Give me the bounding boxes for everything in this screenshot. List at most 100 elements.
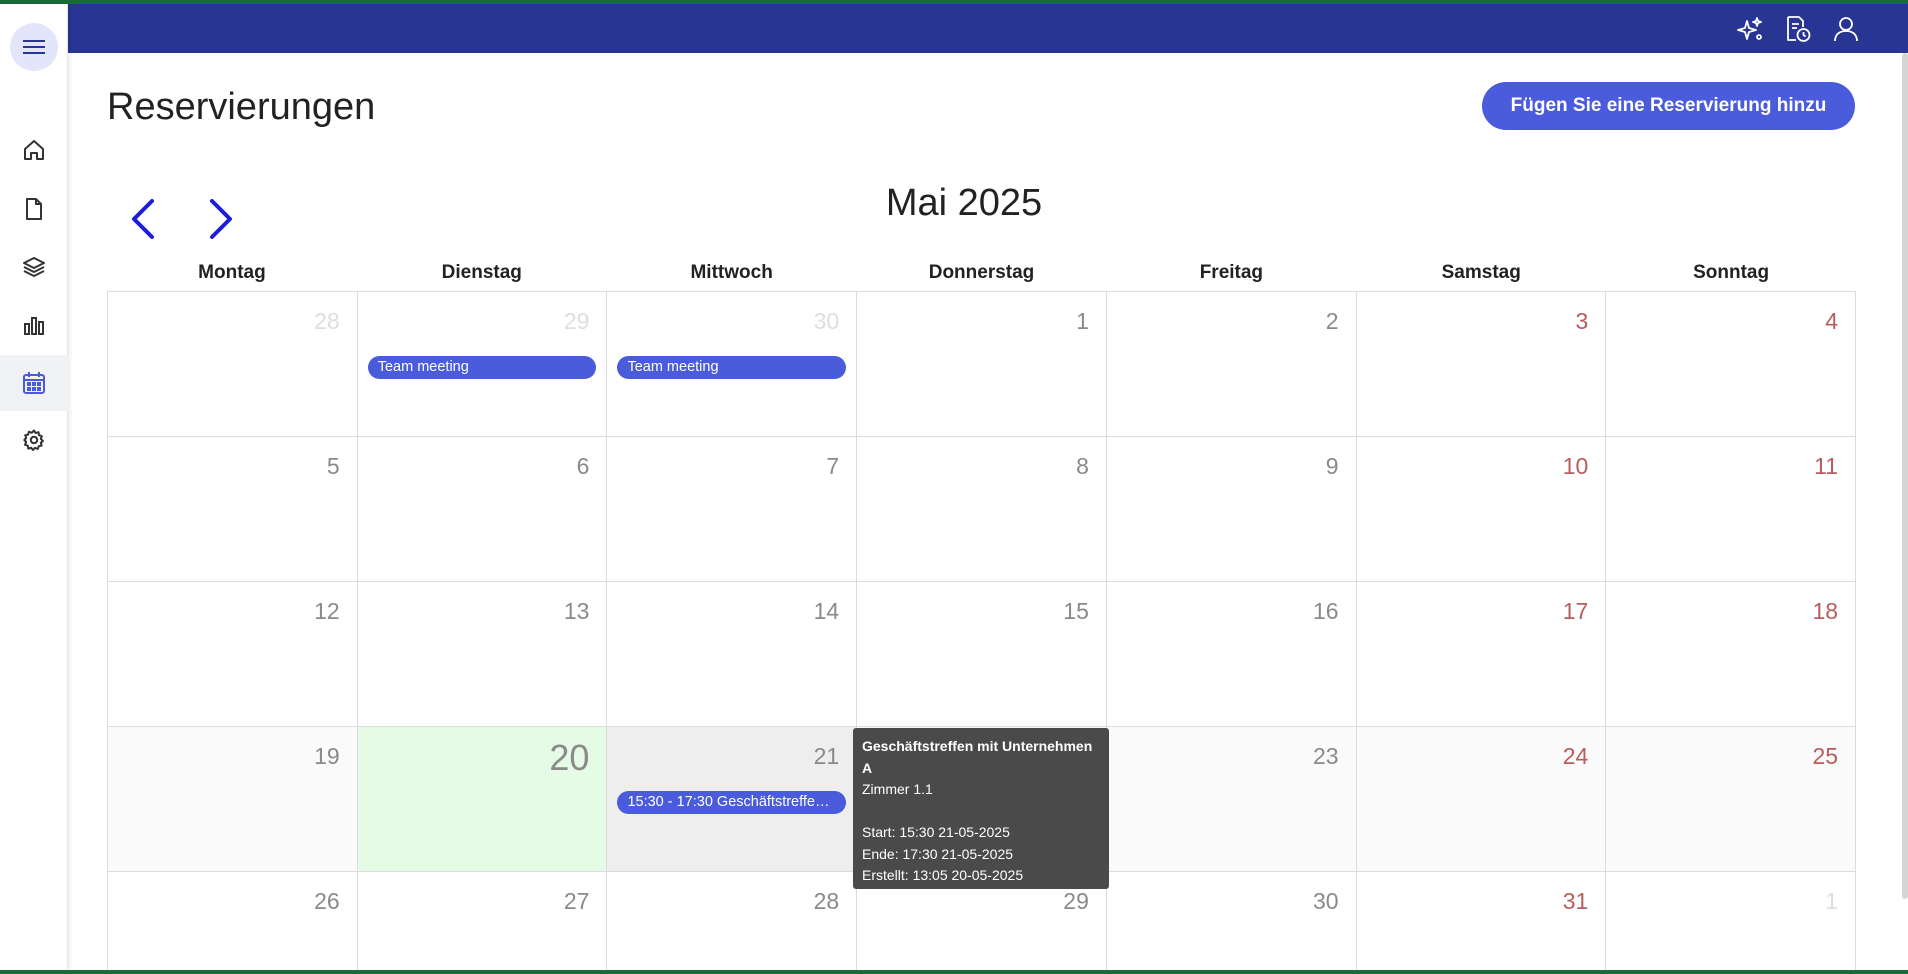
calendar-event[interactable]: Team meeting — [617, 356, 847, 379]
day-number: 5 — [326, 453, 340, 479]
bar-chart-icon — [24, 317, 44, 335]
calendar-day[interactable]: 16 — [1106, 582, 1357, 727]
day-number: 27 — [563, 888, 590, 914]
calendar-day[interactable]: 28 — [108, 292, 358, 437]
calendar-day[interactable]: 9 — [1106, 437, 1357, 582]
sidebar-item-documents[interactable] — [0, 181, 68, 237]
calendar-day[interactable]: 30 — [1106, 872, 1357, 970]
weekday-label: Mittwoch — [690, 262, 773, 283]
day-number: 4 — [1825, 308, 1839, 334]
calendar-day[interactable]: 24 — [1356, 727, 1607, 872]
calendar-day[interactable]: 30 Team meeting — [607, 292, 858, 437]
day-number: 17 — [1562, 598, 1589, 624]
calendar-day[interactable]: 11 — [1606, 437, 1857, 582]
day-number: 13 — [563, 598, 590, 624]
calendar-day[interactable]: 21 15:30 - 17:30 Geschäftstreffen mit Unt… — [607, 727, 858, 872]
calendar-day[interactable]: 31 — [1356, 872, 1607, 970]
day-number: 18 — [1812, 598, 1839, 624]
user-profile-button[interactable] — [1830, 13, 1862, 45]
day-number: 31 — [1562, 888, 1589, 914]
day-number: 29 — [563, 308, 590, 334]
calendar-day[interactable]: 19 — [108, 727, 358, 872]
menu-button[interactable] — [10, 23, 58, 71]
app-window: Reservierungen Fügen Sie eine Reservieru… — [0, 4, 1908, 970]
calendar-day[interactable]: 1 — [1606, 872, 1857, 970]
calendar-day[interactable]: 17 — [1356, 582, 1607, 727]
day-number: 30 — [813, 308, 840, 334]
day-number: 9 — [1325, 453, 1339, 479]
calendar-day[interactable]: 7 — [607, 437, 858, 582]
weekday-label: Montag — [198, 262, 266, 283]
calendar-event[interactable]: 15:30 - 17:30 Geschäftstreffen mit Unter… — [617, 791, 847, 814]
calendar-day[interactable]: 29 Team meeting — [357, 292, 608, 437]
day-number: 20 — [549, 737, 590, 778]
calendar-day[interactable]: 28 — [607, 872, 858, 970]
day-number: 11 — [1814, 453, 1839, 479]
history-button[interactable] — [1782, 13, 1814, 45]
calendar-day[interactable]: 12 — [108, 582, 358, 727]
page-title: Reservierungen — [107, 86, 376, 128]
document-icon — [26, 198, 42, 220]
calendar-day[interactable]: 6 — [357, 437, 608, 582]
calendar-week: 5 6 7 8 9 10 11 — [108, 437, 1857, 582]
taskbar-edge — [0, 970, 1908, 974]
tooltip-title: Geschäftstreffen mit Unternehmen A — [862, 738, 1093, 776]
calendar-day[interactable]: 26 — [108, 872, 358, 970]
calendar-week: 28 29 Team meeting 30 Team meeting 1 2 3 4 — [108, 292, 1857, 437]
sidebar-item-home[interactable] — [0, 122, 68, 178]
sidebar-item-layers[interactable] — [0, 239, 68, 295]
top-bar — [68, 4, 1908, 53]
day-number: 30 — [1313, 888, 1339, 914]
day-number: 2 — [1325, 308, 1339, 334]
scrollbar[interactable] — [1900, 53, 1908, 970]
scrollbar-thumb[interactable] — [1902, 53, 1908, 899]
calendar-day-today[interactable]: 20 — [357, 727, 608, 872]
calendar-day[interactable]: 8 — [857, 437, 1107, 582]
calendar-day[interactable]: 2 — [1106, 292, 1357, 437]
calendar-event[interactable]: Team meeting — [367, 356, 597, 379]
calendar-day[interactable]: 14 — [607, 582, 858, 727]
add-reservation-button[interactable]: Fügen Sie eine Reservierung hinzu — [1482, 82, 1855, 130]
chevron-left-icon — [132, 199, 154, 239]
sidebar-item-settings[interactable] — [0, 412, 68, 468]
weekday-label: Donnerstag — [928, 262, 1035, 283]
calendar-day[interactable]: 23 — [1106, 727, 1357, 872]
calendar-day[interactable]: 18 — [1606, 582, 1857, 727]
ai-assistant-button[interactable] — [1734, 13, 1766, 45]
event-tooltip: Geschäftstreffen mit Unternehmen A Zimme… — [853, 728, 1109, 905]
day-number: 23 — [1313, 743, 1339, 769]
calendar-week: 12 13 14 15 16 17 18 — [108, 582, 1857, 727]
tooltip-created: Erstellt: 13:05 20-05-2025 — [862, 867, 1024, 883]
calendar-icon — [23, 372, 45, 394]
day-number: 24 — [1562, 743, 1589, 769]
calendar-day[interactable]: 1 — [857, 292, 1107, 437]
calendar-day[interactable]: 27 — [357, 872, 608, 970]
weekday-header: Montag Dienstag Mittwoch Donnerstag Frei… — [107, 262, 1856, 292]
user-icon — [1834, 17, 1858, 42]
calendar-day[interactable]: 13 — [357, 582, 608, 727]
calendar-day[interactable]: 3 — [1356, 292, 1607, 437]
calendar-day[interactable]: 4 — [1606, 292, 1857, 437]
sidebar-item-calendar[interactable] — [0, 355, 68, 411]
day-number: 16 — [1313, 598, 1339, 624]
sidebar-item-statistics[interactable] — [0, 297, 68, 353]
previous-month-button[interactable] — [118, 194, 168, 244]
day-number: 28 — [314, 308, 340, 334]
day-number: 1 — [1076, 308, 1089, 334]
layers-icon — [23, 257, 45, 277]
calendar-day[interactable]: 10 — [1356, 437, 1607, 582]
tooltip-owner: Eigentümer: Administrator2 — [862, 888, 1031, 905]
chevron-right-icon — [210, 199, 232, 239]
weekday-label: Sonntag — [1693, 262, 1770, 283]
calendar-day[interactable]: 25 — [1606, 727, 1857, 872]
weekday-label: Dienstag — [441, 262, 522, 283]
gear-icon — [23, 429, 44, 451]
home-icon — [24, 140, 44, 160]
next-month-button[interactable] — [196, 194, 246, 244]
calendar-day[interactable]: 5 — [108, 437, 358, 582]
day-number: 19 — [314, 743, 340, 769]
weekday-label: Samstag — [1441, 262, 1521, 283]
day-number: 12 — [314, 598, 340, 624]
calendar-day[interactable]: 15 — [857, 582, 1107, 727]
hamburger-icon — [23, 40, 45, 54]
